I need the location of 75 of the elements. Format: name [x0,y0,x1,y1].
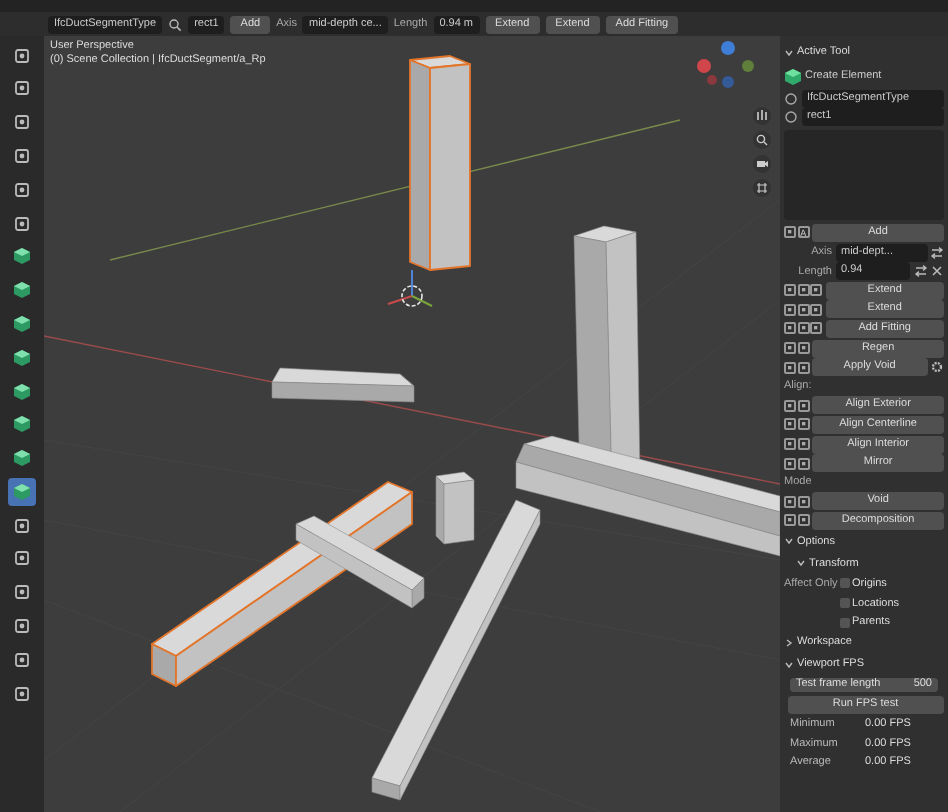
zoom-icon[interactable] [753,131,771,149]
target-icon [12,213,32,234]
toggle-icon[interactable] [784,438,796,451]
tool-button[interactable] [8,411,36,438]
expand-caret-icon[interactable] [784,659,794,670]
target-icon [12,146,32,167]
toggle-icon[interactable] [797,284,810,297]
duct-segment[interactable] [295,515,425,609]
checkbox[interactable] [839,598,849,609]
toggle-icon[interactable] [797,342,810,355]
checkbox[interactable] [839,617,849,628]
camera-icon[interactable] [753,155,771,173]
toggle-icon[interactable] [784,284,796,297]
toggle-icon[interactable] [784,226,796,239]
toggle-icon[interactable] [797,418,810,431]
toggle-icon[interactable] [797,303,810,316]
toggle-icon[interactable] [784,457,796,470]
toggle-icon[interactable] [784,361,796,374]
search-icon[interactable] [168,17,183,31]
toggle-icon[interactable] [784,495,796,508]
target-icon [12,45,32,66]
cube-icon [12,448,32,469]
target-icon [12,179,32,200]
cube-icon [12,313,32,334]
tool-button[interactable] [8,344,36,371]
target-icon [12,683,32,704]
cube-icon [12,280,32,301]
toggle-icon[interactable] [797,457,810,470]
swap-icon[interactable] [913,264,927,279]
duct-segment[interactable] [271,367,415,403]
toggle-icon[interactable] [784,514,796,527]
tool-button[interactable] [8,478,36,506]
gear-icon[interactable] [930,360,944,375]
target-icon [12,615,32,636]
duct-segment[interactable] [515,435,780,557]
tool-button[interactable] [8,276,36,304]
toggle-icon[interactable] [797,514,810,527]
cube-icon [12,414,32,435]
expand-caret-icon[interactable] [784,47,794,57]
cube-icon [12,246,32,267]
toggle-icon[interactable] [810,322,823,335]
target-icon [12,515,32,536]
toggle-icon[interactable] [797,322,810,335]
navigation-gizmo[interactable] [697,41,754,88]
cube-icon [12,381,32,401]
duct-segment[interactable] [435,471,475,545]
toggle-icon[interactable] [797,361,810,374]
checkbox[interactable] [839,578,849,589]
toggle-icon[interactable] [784,303,796,316]
toggle-icon[interactable] [810,284,823,297]
target-icon [12,582,32,603]
target-icon [12,649,32,670]
duct-segment[interactable] [409,55,471,271]
gizmo-drawing [387,269,433,307]
collapse-caret-icon[interactable] [784,637,794,648]
toggle-icon[interactable] [797,438,810,451]
target-icon [12,112,32,133]
toggle-icon[interactable] [784,342,796,355]
target-icon [12,78,32,99]
cube-icon [784,67,802,85]
toggle-icon[interactable] [784,322,796,335]
toggle-icon[interactable] [797,495,810,508]
duct-segment[interactable] [371,499,541,801]
swap-icon[interactable] [930,245,944,260]
tool-button[interactable] [8,310,36,338]
toggle-icon[interactable] [810,303,823,316]
cube-icon [12,347,32,368]
cube-icon [12,481,32,502]
close-icon[interactable] [930,264,944,279]
toggle-icon[interactable] [797,399,810,412]
grid-icon[interactable] [753,179,771,197]
target-icon [12,548,32,569]
tool-button[interactable] [8,444,36,472]
toggle-icon[interactable] [784,399,796,412]
toggle-icon[interactable] [784,418,796,431]
